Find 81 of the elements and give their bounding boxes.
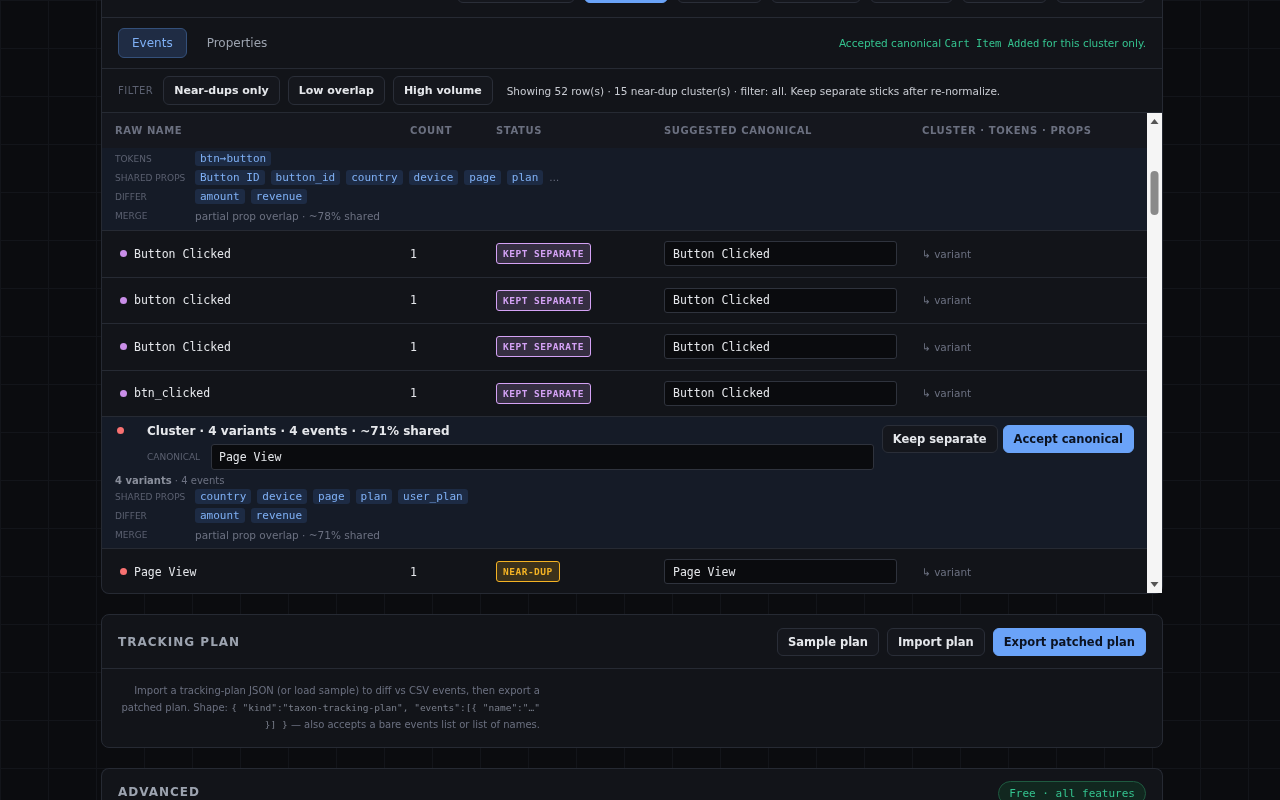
more-indicator: … [549, 172, 560, 183]
property-tag: device [257, 489, 308, 504]
property-tag: country [346, 170, 403, 185]
count: 1 [410, 386, 418, 401]
column-header: SUGGESTED CANONICAL [664, 125, 814, 136]
canonical-field[interactable]: Button Clicked [664, 334, 897, 360]
property-tag: device [408, 170, 459, 185]
section-title: TRACKING PLAN [118, 634, 241, 649]
plan-button[interactable]: Import plan [887, 627, 985, 656]
count: 1 [410, 564, 418, 579]
property-tag: amount [195, 189, 245, 204]
merge-note: partial prop overlap · ~71% shared [195, 528, 380, 541]
property-tag: btn→button [195, 151, 272, 166]
column-header: RAW NAME [115, 125, 184, 136]
property-label: SHARED PROPS [115, 172, 187, 183]
property-label: MERGE [115, 529, 149, 540]
variant-note: ↳ variant [922, 294, 973, 307]
accept-button[interactable]: Accept canonical [1002, 425, 1134, 453]
status-badge: KEPT SEPARATE [496, 336, 591, 358]
count: 1 [410, 293, 418, 308]
property-label: SHARED PROPS [115, 491, 187, 502]
table-row[interactable]: Page View 1 NEAR-DUP Page View ↳ variant [102, 549, 1147, 593]
status-badge: KEPT SEPARATE [496, 289, 591, 311]
variant-note: ↳ variant [922, 247, 973, 260]
property-tag: user_plan [398, 489, 468, 504]
cluster-summary: 4 variants · 4 events [115, 475, 226, 486]
plan-badge: Free · all features [998, 781, 1146, 800]
canonical-field[interactable]: Page View [664, 559, 897, 585]
status-badge: KEPT SEPARATE [496, 243, 591, 265]
tab[interactable]: Properties [192, 28, 282, 58]
property-label: MERGE [115, 210, 149, 221]
property-tag: amount [195, 508, 245, 523]
section-title: ADVANCED [118, 785, 200, 799]
column-header: CLUSTER · TOKENS · PROPS [922, 125, 1093, 136]
property-label: DIFFER [115, 191, 148, 202]
event-name: btn_clicked [134, 386, 211, 401]
status-badge: KEPT SEPARATE [496, 382, 591, 404]
table-row[interactable]: button clicked 1 KEPT SEPARATE Button Clicked ↳ variant [102, 277, 1147, 324]
filter-chip[interactable]: Low overlap [287, 76, 385, 105]
property-tag: revenue [250, 189, 308, 204]
event-name: Button Clicked [134, 246, 231, 261]
keep-button[interactable]: Keep separate [881, 425, 998, 453]
property-label: DIFFER [115, 510, 148, 521]
event-name: Button Clicked [134, 339, 231, 354]
canonical-field[interactable]: Button Clicked [664, 380, 897, 406]
table-row[interactable]: Button Clicked 1 KEPT SEPARATE Button Clicked ↳ variant [102, 324, 1147, 371]
event-name: Page View [134, 564, 197, 579]
column-header: COUNT [410, 125, 454, 136]
property-tag: page [464, 170, 501, 185]
merge-note: partial prop overlap · ~78% shared [195, 209, 380, 222]
property-tag: Button ID [195, 170, 265, 185]
property-tag: plan [506, 170, 544, 185]
property-tag: page [313, 489, 350, 504]
filter-chip[interactable]: High volume [392, 76, 493, 105]
canonical-label: CANONICAL [147, 452, 202, 462]
property-label: TOKENS [115, 153, 153, 164]
filter-label: FILTER [118, 85, 154, 96]
table-row[interactable]: Button Clicked 1 KEPT SEPARATE Button Clicked ↳ variant [102, 231, 1147, 278]
canonical-field[interactable]: Button Clicked [664, 241, 897, 267]
property-tag: country [195, 489, 252, 504]
variant-note: ↳ variant [922, 387, 973, 400]
event-name: button clicked [134, 293, 231, 308]
canonical-field[interactable]: Page View [211, 444, 874, 470]
summary-text: Showing 52 row(s) · 15 near-dup cluster(s) · filter: all. Keep separate sticks after re-normalize. [506, 84, 1001, 97]
status-message: Accepted canonical Cart Item Added for this cluster only. [838, 37, 1146, 49]
tab[interactable]: Events [118, 28, 187, 58]
property-tag: revenue [250, 508, 308, 523]
cluster-title: Cluster · 4 variants · 4 events · ~71% shared [147, 424, 451, 438]
count: 1 [410, 246, 418, 261]
column-header: STATUS [496, 125, 543, 136]
variant-note: ↳ variant [922, 340, 973, 353]
plan-button[interactable]: Sample plan [776, 627, 880, 656]
filter-chip[interactable]: Near-dups only [163, 76, 280, 105]
variant-note: ↳ variant [922, 565, 973, 578]
description: Import a tracking-plan JSON (or load sample) to diff vs CSV events, then export a patched plan. Shape: { "kind":"taxon-tracking-plan", "events":[{ "name":"…" }] } — also accepts a bare events list or list of names. [120, 684, 540, 732]
canonical-field[interactable]: Button Clicked [664, 287, 897, 313]
status-badge: NEAR-DUP [496, 561, 560, 583]
count: 1 [410, 339, 418, 354]
property-tag: button_id [270, 170, 341, 185]
property-tag: plan [355, 489, 393, 504]
export-button[interactable]: Export patched plan [992, 627, 1146, 656]
